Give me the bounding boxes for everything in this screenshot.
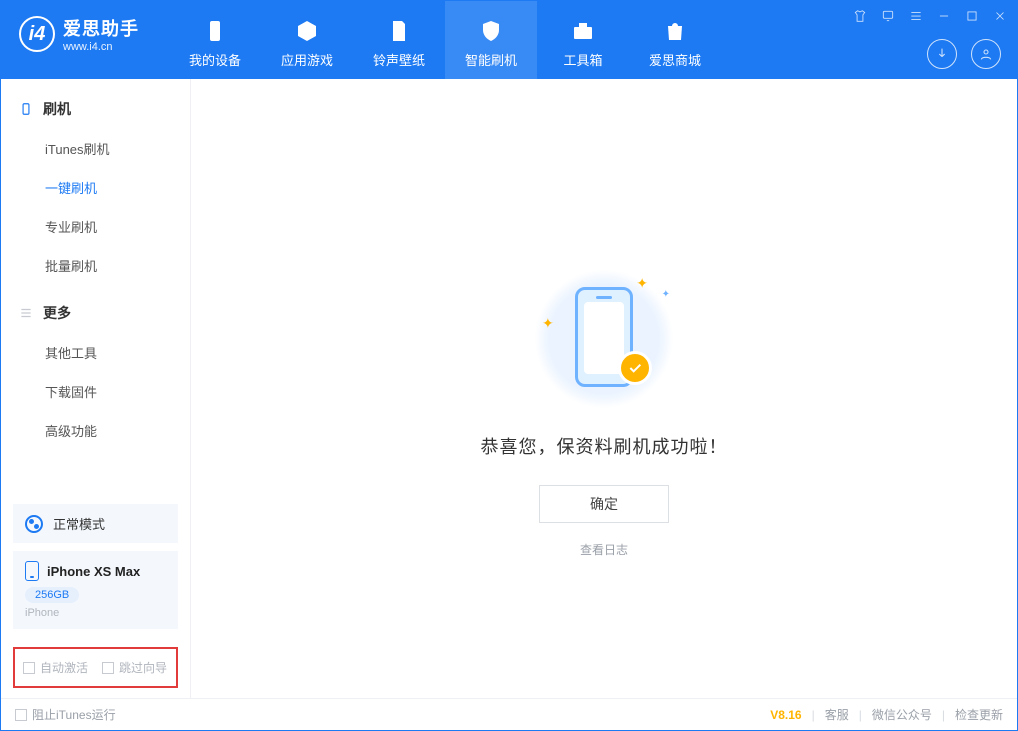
- tab-label: 应用游戏: [281, 50, 333, 69]
- checkbox-icon: [102, 662, 114, 674]
- check-update-link[interactable]: 检查更新: [955, 706, 1003, 723]
- tab-smart-flash[interactable]: 智能刷机: [445, 1, 537, 79]
- brand: i4 爱思助手 www.i4.cn: [1, 1, 157, 53]
- app-window: i4 爱思助手 www.i4.cn 我的设备 应用游戏 铃声壁纸 智能刷机: [0, 0, 1018, 731]
- header-right-actions: [927, 39, 1001, 69]
- cube-icon: [294, 18, 320, 44]
- body: 刷机 iTunes刷机 一键刷机 专业刷机 批量刷机 更多 其他工具 下载固件 …: [1, 79, 1017, 698]
- version-label: V8.16: [770, 708, 801, 722]
- check-badge-icon: [618, 351, 652, 385]
- menu-icon[interactable]: [907, 7, 925, 25]
- footer: 阻止iTunes运行 V8.16 | 客服 | 微信公众号 | 检查更新: [1, 698, 1017, 730]
- checkbox-icon: [15, 709, 27, 721]
- sidebar-item-other-tools[interactable]: 其他工具: [1, 333, 190, 372]
- mode-icon: [25, 515, 43, 533]
- shield-refresh-icon: [478, 18, 504, 44]
- header: i4 爱思助手 www.i4.cn 我的设备 应用游戏 铃声壁纸 智能刷机: [1, 1, 1017, 79]
- device-mode-box[interactable]: 正常模式: [13, 504, 178, 543]
- sidebar-item-pro-flash[interactable]: 专业刷机: [1, 207, 190, 246]
- sidebar-group-flash: 刷机: [1, 89, 190, 129]
- main-content: ✦ ✦ ✦ 恭喜您，保资料刷机成功啦！ 确定 查看日志: [191, 79, 1017, 698]
- checkbox-auto-activate[interactable]: 自动激活: [23, 659, 88, 676]
- account-button[interactable]: [971, 39, 1001, 69]
- device-storage: 256GB: [25, 587, 79, 603]
- tab-apps-games[interactable]: 应用游戏: [261, 1, 353, 79]
- tab-label: 智能刷机: [465, 50, 517, 69]
- device-mode-label: 正常模式: [53, 514, 105, 533]
- brand-logo-icon: i4: [19, 16, 55, 52]
- tab-ringtones-wallpapers[interactable]: 铃声壁纸: [353, 1, 445, 79]
- brand-subtitle: www.i4.cn: [63, 41, 139, 53]
- top-tabs: 我的设备 应用游戏 铃声壁纸 智能刷机 工具箱 爱思商城: [169, 1, 721, 79]
- ok-button[interactable]: 确定: [539, 485, 669, 523]
- tab-my-device[interactable]: 我的设备: [169, 1, 261, 79]
- sidebar-item-download-firmware[interactable]: 下载固件: [1, 372, 190, 411]
- checkbox-block-itunes[interactable]: 阻止iTunes运行: [15, 706, 116, 723]
- shirt-icon[interactable]: [851, 7, 869, 25]
- device-name: iPhone XS Max: [47, 564, 140, 579]
- checkbox-skip-guide[interactable]: 跳过向导: [102, 659, 167, 676]
- feedback-icon[interactable]: [879, 7, 897, 25]
- success-panel: ✦ ✦ ✦ 恭喜您，保资料刷机成功啦！ 确定 查看日志: [481, 269, 728, 558]
- sidebar-item-onekey-flash[interactable]: 一键刷机: [1, 168, 190, 207]
- phone-icon: [202, 18, 228, 44]
- checkbox-icon: [23, 662, 35, 674]
- sidebar-item-batch-flash[interactable]: 批量刷机: [1, 246, 190, 285]
- sidebar-item-advanced[interactable]: 高级功能: [1, 411, 190, 450]
- music-file-icon: [386, 18, 412, 44]
- view-log-link[interactable]: 查看日志: [580, 541, 628, 558]
- device-info-box[interactable]: iPhone XS Max 256GB iPhone: [13, 551, 178, 629]
- tab-label: 铃声壁纸: [373, 50, 425, 69]
- phone-icon: [25, 561, 39, 581]
- device-type: iPhone: [25, 607, 166, 619]
- maximize-icon[interactable]: [963, 7, 981, 25]
- success-illustration: ✦ ✦ ✦: [534, 269, 674, 409]
- sparkle-icon: ✦: [636, 275, 648, 292]
- tab-store[interactable]: 爱思商城: [629, 1, 721, 79]
- sidebar-bottom: 正常模式 iPhone XS Max 256GB iPhone 自动激活: [1, 494, 190, 698]
- shopping-bag-icon: [662, 18, 688, 44]
- tab-toolbox[interactable]: 工具箱: [537, 1, 629, 79]
- options-highlight-box: 自动激活 跳过向导: [13, 647, 178, 688]
- device-icon: [19, 102, 33, 116]
- minimize-icon[interactable]: [935, 7, 953, 25]
- list-icon: [19, 306, 33, 320]
- success-message: 恭喜您，保资料刷机成功啦！: [481, 433, 728, 459]
- toolbox-icon: [570, 18, 596, 44]
- close-icon[interactable]: [991, 7, 1009, 25]
- sidebar-item-itunes-flash[interactable]: iTunes刷机: [1, 129, 190, 168]
- sparkle-icon: ✦: [662, 289, 670, 300]
- support-link[interactable]: 客服: [825, 706, 849, 723]
- wechat-link[interactable]: 微信公众号: [872, 706, 932, 723]
- tab-label: 工具箱: [563, 50, 602, 69]
- tab-label: 爱思商城: [649, 50, 701, 69]
- window-controls: [851, 7, 1009, 25]
- sidebar-group-more: 更多: [1, 293, 190, 333]
- brand-title: 爱思助手: [63, 15, 139, 41]
- download-button[interactable]: [927, 39, 957, 69]
- tab-label: 我的设备: [189, 50, 241, 69]
- sparkle-icon: ✦: [542, 315, 554, 332]
- sidebar: 刷机 iTunes刷机 一键刷机 专业刷机 批量刷机 更多 其他工具 下载固件 …: [1, 79, 191, 698]
